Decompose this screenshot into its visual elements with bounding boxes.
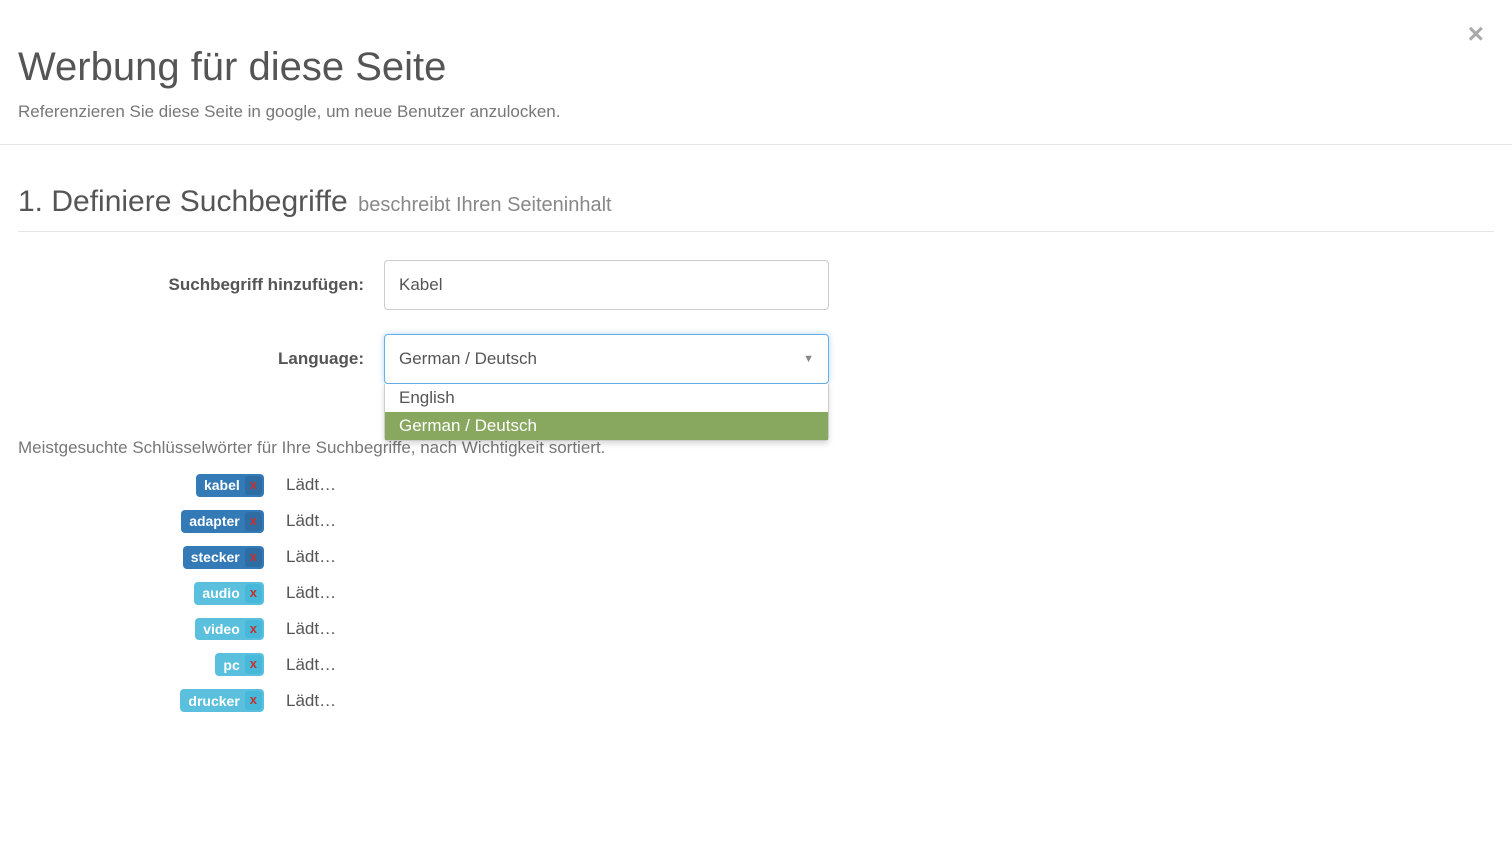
remove-keyword-icon[interactable]: x [245,691,262,710]
language-selected-value: German / Deutsch [399,349,537,369]
section-subtitle: beschreibt Ihren Seiteninhalt [358,194,612,216]
keyword-label: stecker [191,549,240,565]
search-term-row: Suchbegriff hinzufügen: [18,260,1494,310]
close-icon[interactable]: × [1468,20,1484,48]
keyword-row: adapter x Lädt… [18,510,1494,533]
remove-keyword-icon[interactable]: x [245,620,262,639]
chevron-down-icon: ▼ [803,353,814,365]
keyword-tag: kabelx [196,474,264,497]
keyword-row: stecker x Lädt… [18,546,1494,569]
remove-keyword-icon[interactable]: x [245,476,262,495]
keyword-status: Lädt… [286,655,336,675]
language-option[interactable]: English [385,384,828,412]
keyword-status: Lädt… [286,691,336,711]
keyword-tag-col: adapter x [18,510,264,533]
remove-keyword-icon[interactable]: x [245,548,262,567]
keyword-tag-col: audiox [18,582,264,605]
keyword-tag-col: drucker x [18,689,264,712]
keyword-tag-col: kabelx [18,474,264,497]
section-title: 1. Definiere Suchbegriffe [18,185,348,218]
keyword-row: videox Lädt… [18,618,1494,641]
keyword-row: kabelx Lädt… [18,474,1494,497]
keyword-tag-col: stecker x [18,546,264,569]
search-term-input[interactable] [384,260,829,310]
modal-subtitle: Referenzieren Sie diese Seite in google,… [18,102,1494,122]
keyword-row: audiox Lädt… [18,582,1494,605]
keyword-label: pc [223,657,239,673]
keyword-tag: audiox [194,582,264,605]
modal-header: Werbung für diese Seite Referenzieren Si… [0,0,1512,145]
modal-title: Werbung für diese Seite [18,45,1494,90]
language-select[interactable]: German / Deutsch ▼ [384,334,829,384]
remove-keyword-icon[interactable]: x [245,584,262,603]
keyword-row: drucker x Lädt… [18,689,1494,712]
keyword-tag: videox [195,618,264,641]
keyword-tag: drucker x [180,689,264,712]
search-term-label: Suchbegriff hinzufügen: [18,275,384,295]
language-dropdown: EnglishGerman / Deutsch [384,384,829,441]
language-option[interactable]: German / Deutsch [385,412,828,440]
keyword-label: video [203,621,240,637]
keyword-status: Lädt… [286,547,336,567]
remove-keyword-icon[interactable]: x [245,512,262,531]
keyword-status: Lädt… [286,511,336,531]
keyword-label: audio [202,585,239,601]
keywords-list: kabelxLädt…adapterxLädt…steckerxLädt…aud… [18,474,1494,712]
keyword-status: Lädt… [286,619,336,639]
section-header: 1. Definiere Suchbegriffe beschreibt Ihr… [18,185,1494,232]
keyword-tag-col: pcx [18,653,264,676]
modal-content: 1. Definiere Suchbegriffe beschreibt Ihr… [0,145,1512,743]
keyword-tag-col: videox [18,618,264,641]
keywords-description: Meistgesuchte Schlüsselwörter für Ihre S… [18,438,1494,458]
keyword-label: drucker [188,693,239,709]
keyword-label: adapter [189,513,240,529]
keyword-status: Lädt… [286,583,336,603]
language-select-container: German / Deutsch ▼ EnglishGerman / Deuts… [384,334,829,384]
keyword-tag: pcx [215,653,264,676]
keyword-status: Lädt… [286,475,336,495]
keyword-tag: stecker x [183,546,264,569]
remove-keyword-icon[interactable]: x [245,655,262,674]
keyword-tag: adapter x [181,510,264,533]
keyword-row: pcx Lädt… [18,653,1494,676]
language-row: Language: German / Deutsch ▼ EnglishGerm… [18,334,1494,384]
advertising-modal: × Werbung für diese Seite Referenzieren … [0,0,1512,841]
keyword-label: kabel [204,477,240,493]
language-label: Language: [18,349,384,369]
